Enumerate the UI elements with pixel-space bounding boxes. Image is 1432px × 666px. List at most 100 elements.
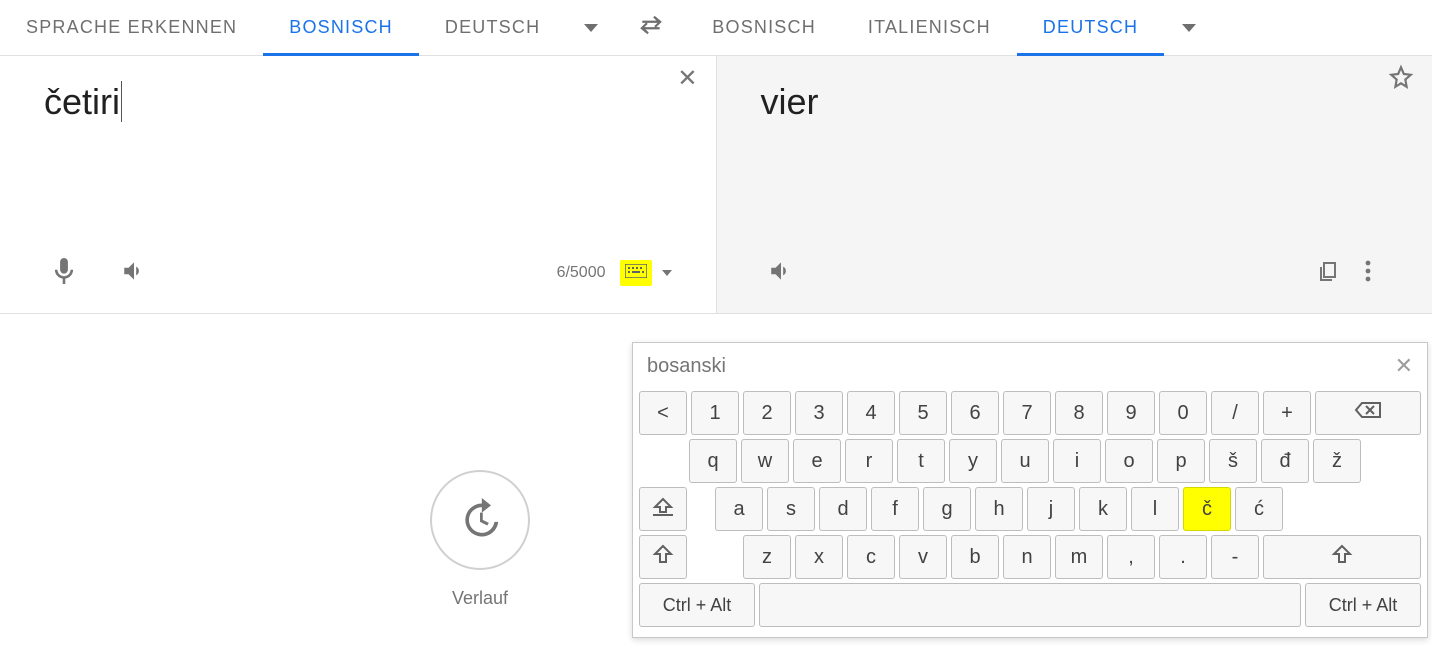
key-5[interactable]: 5 [899, 391, 947, 435]
tab-target-german[interactable]: DEUTSCH [1017, 0, 1164, 55]
source-panel: četiri ✕ 6/5000 [0, 56, 717, 313]
history-icon [430, 470, 530, 570]
key-j[interactable]: j [1027, 487, 1075, 531]
key-d[interactable]: d [819, 487, 867, 531]
microphone-button[interactable] [44, 253, 84, 293]
key-c[interactable]: c [847, 535, 895, 579]
key-y[interactable]: y [949, 439, 997, 483]
key-4[interactable]: 4 [847, 391, 895, 435]
keyboard-title: bosanski [647, 355, 726, 378]
speaker-icon [768, 259, 794, 288]
key-f[interactable]: f [871, 487, 919, 531]
history-button[interactable]: Verlauf [430, 470, 530, 609]
tab-target-bosnian[interactable]: BOSNISCH [686, 0, 842, 55]
keyboard-icon [625, 264, 647, 283]
key-k[interactable]: k [1079, 487, 1127, 531]
save-translation-button[interactable] [1388, 64, 1414, 97]
key-<[interactable]: < [639, 391, 687, 435]
tab-source-bosnian[interactable]: BOSNISCH [263, 0, 419, 55]
key-h[interactable]: h [975, 487, 1023, 531]
key-caps[interactable] [639, 487, 687, 531]
close-icon: ✕ [1395, 353, 1413, 378]
copy-translation-button[interactable] [1308, 253, 1348, 293]
target-panel: vier [717, 56, 1432, 313]
tab-source-detect[interactable]: SPRACHE ERKENNEN [0, 0, 263, 55]
key-a[interactable]: a [715, 487, 763, 531]
key-v[interactable]: v [899, 535, 947, 579]
microphone-icon [54, 258, 74, 289]
key-r[interactable]: r [845, 439, 893, 483]
key-3[interactable]: 3 [795, 391, 843, 435]
key-l[interactable]: l [1131, 487, 1179, 531]
key-shift-right[interactable] [1263, 535, 1421, 579]
keyboard-row-2: qwertyuiopšđž [639, 439, 1421, 483]
history-label: Verlauf [430, 588, 530, 609]
key-/[interactable]: / [1211, 391, 1259, 435]
keyboard-close-button[interactable]: ✕ [1395, 353, 1413, 379]
key-p[interactable]: p [1157, 439, 1205, 483]
key-.[interactable]: . [1159, 535, 1207, 579]
key-backspace-icon [1354, 401, 1382, 425]
close-icon: ✕ [677, 65, 697, 92]
key-n[interactable]: n [1003, 535, 1051, 579]
key-s[interactable]: s [767, 487, 815, 531]
key-ž[interactable]: ž [1313, 439, 1361, 483]
key-e[interactable]: e [793, 439, 841, 483]
key-1[interactable]: 1 [691, 391, 739, 435]
more-vertical-icon [1365, 259, 1371, 288]
more-options-button[interactable] [1348, 253, 1388, 293]
key-š[interactable]: š [1209, 439, 1257, 483]
clear-input-button[interactable]: ✕ [677, 64, 697, 93]
key-b[interactable]: b [951, 535, 999, 579]
keyboard-options-dropdown[interactable] [662, 270, 672, 276]
key-ctrl-alt-left[interactable]: Ctrl + Alt [639, 583, 755, 627]
swap-languages-button[interactable] [616, 14, 686, 41]
char-count: 6/5000 [557, 264, 606, 282]
key-+[interactable]: + [1263, 391, 1311, 435]
chevron-down-icon [584, 24, 598, 32]
translation-output: vier [761, 81, 819, 122]
source-more-languages[interactable] [566, 24, 616, 32]
key-7[interactable]: 7 [1003, 391, 1051, 435]
speaker-icon [121, 259, 147, 288]
key-o[interactable]: o [1105, 439, 1153, 483]
key-ctrl-alt-right[interactable]: Ctrl + Alt [1305, 583, 1421, 627]
star-icon [1388, 69, 1414, 96]
keyboard-row-1: <1234567890/+ [639, 391, 1421, 435]
chevron-down-icon [1182, 24, 1196, 32]
key-i[interactable]: i [1053, 439, 1101, 483]
key-,[interactable]: , [1107, 535, 1155, 579]
source-text-input[interactable]: četiri [44, 81, 122, 122]
key-t[interactable]: t [897, 439, 945, 483]
key-g[interactable]: g [923, 487, 971, 531]
key--[interactable]: - [1211, 535, 1259, 579]
target-more-languages[interactable] [1164, 24, 1214, 32]
key-caps-icon [650, 495, 676, 523]
virtual-keyboard: bosanski ✕ <1234567890/+ qwertyuiopšđž a… [632, 342, 1428, 638]
listen-source-button[interactable] [114, 253, 154, 293]
key-ć[interactable]: ć [1235, 487, 1283, 531]
keyboard-row-5: Ctrl + Alt Ctrl + Alt [639, 583, 1421, 627]
key-x[interactable]: x [795, 535, 843, 579]
key-space[interactable] [759, 583, 1301, 627]
key-8[interactable]: 8 [1055, 391, 1103, 435]
key-0[interactable]: 0 [1159, 391, 1207, 435]
key-q[interactable]: q [689, 439, 737, 483]
swap-icon [638, 14, 664, 41]
key-đ[interactable]: đ [1261, 439, 1309, 483]
key-2[interactable]: 2 [743, 391, 791, 435]
key-9[interactable]: 9 [1107, 391, 1155, 435]
key-č[interactable]: č [1183, 487, 1231, 531]
key-backspace[interactable] [1315, 391, 1421, 435]
tab-target-italian[interactable]: ITALIENISCH [842, 0, 1017, 55]
copy-icon [1316, 259, 1340, 288]
key-6[interactable]: 6 [951, 391, 999, 435]
listen-target-button[interactable] [761, 253, 801, 293]
key-w[interactable]: w [741, 439, 789, 483]
key-z[interactable]: z [743, 535, 791, 579]
key-u[interactable]: u [1001, 439, 1049, 483]
tab-source-german[interactable]: DEUTSCH [419, 0, 566, 55]
keyboard-toggle-button[interactable] [620, 260, 652, 286]
key-m[interactable]: m [1055, 535, 1103, 579]
key-shift-left[interactable] [639, 535, 687, 579]
